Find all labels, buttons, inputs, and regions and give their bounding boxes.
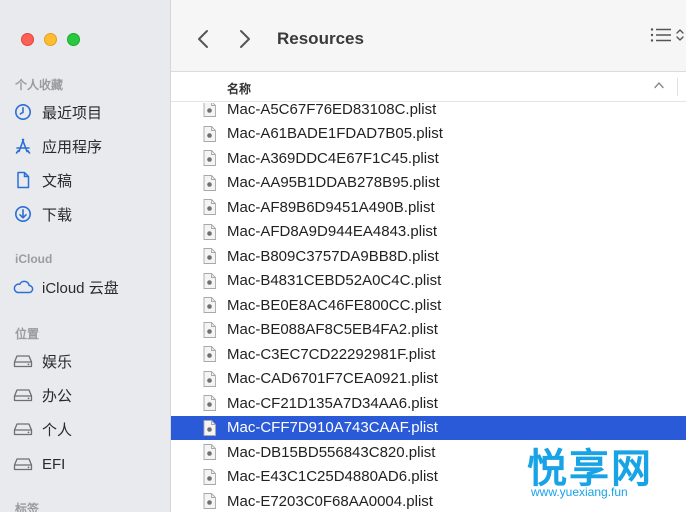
file-row[interactable]: Mac-A61BADE1FDAD7B05.plist <box>171 122 686 147</box>
file-name: Mac-AA95B1DDAB278B95.plist <box>227 174 440 192</box>
chevron-left-icon <box>198 30 208 48</box>
sidebar-item-location-entertainment[interactable]: 娱乐 <box>12 348 164 374</box>
file-name: Mac-BE088AF8C5EB4FA2.plist <box>227 321 438 339</box>
sidebar-item-label: EFI <box>42 455 66 473</box>
sort-ascending-icon <box>654 81 664 89</box>
view-options-button[interactable] <box>650 27 684 43</box>
file-name: Mac-AFD8A9D944EA4843.plist <box>227 223 438 241</box>
plist-file-icon <box>203 248 216 269</box>
drive-icon <box>12 354 34 368</box>
file-name: Mac-DB15BD556843C820.plist <box>227 443 436 461</box>
window-title: Resources <box>277 29 364 48</box>
zoom-button[interactable] <box>67 33 80 46</box>
file-name: Mac-CAD6701F7CEA0921.plist <box>227 370 438 388</box>
plist-file-icon <box>203 223 216 245</box>
download-icon <box>12 205 34 223</box>
window-controls <box>21 33 80 46</box>
plist-file-icon <box>203 150 216 171</box>
file-name: Mac-A369DDC4E67F1C45.plist <box>227 149 439 167</box>
sidebar-item-location-efi[interactable]: EFI <box>12 451 164 477</box>
favorites-section-title: 个人收藏 <box>15 78 64 92</box>
plist-file-icon <box>203 468 216 490</box>
finder-window: 个人收藏 最近项目 应用程序 文稿 下载 iCloud iCloud 云盘 位置… <box>0 0 686 512</box>
file-name: Mac-B4831CEBD52A0C4C.plist <box>227 272 442 290</box>
plist-file-icon <box>203 370 216 392</box>
plist-file-icon <box>203 321 216 343</box>
sidebar-item-label: 最近项目 <box>42 104 103 122</box>
chevron-right-icon <box>240 30 250 48</box>
file-name: Mac-A61BADE1FDAD7B05.plist <box>227 125 443 143</box>
plist-file-icon <box>203 199 216 220</box>
file-row[interactable]: Mac-B809C3757DA9BB8D.plist <box>171 244 686 269</box>
drive-icon <box>12 422 34 436</box>
file-name: Mac-E7203C0F68AA0004.plist <box>227 492 433 510</box>
minimize-button[interactable] <box>44 33 57 46</box>
sidebar-item-label: 文稿 <box>42 172 73 190</box>
toolbar: Resources <box>171 0 686 72</box>
list-view-icon <box>650 28 671 42</box>
plist-file-icon <box>203 103 216 122</box>
sidebar-item-label: 娱乐 <box>42 353 73 371</box>
file-row[interactable]: Mac-BE0E8AC46FE800CC.plist <box>171 293 686 318</box>
sidebar-item-label: 应用程序 <box>42 138 103 156</box>
sidebar-item-location-office[interactable]: 办公 <box>12 382 164 408</box>
chevron-updown-icon <box>676 29 684 41</box>
file-row[interactable]: Mac-BE088AF8C5EB4FA2.plist <box>171 318 686 343</box>
sidebar-item-label: 办公 <box>42 387 73 405</box>
file-row[interactable]: Mac-A369DDC4E67F1C45.plist <box>171 146 686 171</box>
plist-file-icon <box>203 272 216 294</box>
sidebar-item-downloads[interactable]: 下载 <box>12 201 164 227</box>
file-row[interactable]: Mac-B4831CEBD52A0C4C.plist <box>171 269 686 294</box>
plist-file-icon <box>203 125 216 147</box>
close-button[interactable] <box>21 33 34 46</box>
file-row[interactable]: Mac-AFD8A9D944EA4843.plist <box>171 220 686 245</box>
plist-file-icon <box>203 493 216 512</box>
tags-section-title: 标签 <box>15 502 40 512</box>
applications-icon <box>12 137 34 155</box>
plist-file-icon <box>203 346 216 367</box>
sidebar-item-icloud-drive[interactable]: iCloud 云盘 <box>12 274 164 300</box>
file-row[interactable]: Mac-A5C67F76ED83108C.plist <box>171 103 686 122</box>
sidebar-item-label: 个人 <box>42 421 73 439</box>
file-row[interactable]: Mac-C3EC7CD22292981F.plist <box>171 342 686 367</box>
file-name: Mac-A5C67F76ED83108C.plist <box>227 103 437 118</box>
sidebar-item-label: 下载 <box>42 206 73 224</box>
file-row[interactable]: Mac-AA95B1DDAB278B95.plist <box>171 171 686 196</box>
column-header[interactable]: 名称 <box>171 72 686 102</box>
file-name: Mac-BE0E8AC46FE800CC.plist <box>227 296 442 314</box>
forward-button[interactable] <box>233 25 257 53</box>
file-row[interactable]: Mac-CF21D135A7D34AA6.plist <box>171 391 686 416</box>
file-name: Mac-CFF7D910A743CAAF.plist <box>227 419 438 437</box>
sidebar-item-location-personal[interactable]: 个人 <box>12 416 164 442</box>
sidebar: 个人收藏 最近项目 应用程序 文稿 下载 iCloud iCloud 云盘 位置… <box>0 0 171 512</box>
file-name: Mac-CF21D135A7D34AA6.plist <box>227 394 438 412</box>
file-name: Mac-C3EC7CD22292981F.plist <box>227 345 436 363</box>
plist-file-icon <box>203 174 216 196</box>
column-separator[interactable] <box>677 78 678 96</box>
plist-file-icon <box>203 444 216 465</box>
watermark-url: www.yuexiang.fun <box>531 485 628 499</box>
file-name: Mac-AF89B6D9451A490B.plist <box>227 198 435 216</box>
file-row[interactable]: Mac-CAD6701F7CEA0921.plist <box>171 367 686 392</box>
file-row[interactable]: Mac-AF89B6D9451A490B.plist <box>171 195 686 220</box>
column-header-name[interactable]: 名称 <box>227 80 251 97</box>
sidebar-item-applications[interactable]: 应用程序 <box>12 133 164 159</box>
back-button[interactable] <box>191 25 215 53</box>
plist-file-icon <box>203 395 216 416</box>
locations-section-title: 位置 <box>15 327 40 341</box>
file-name: Mac-B809C3757DA9BB8D.plist <box>227 247 439 265</box>
clock-icon <box>12 103 34 121</box>
icloud-section-title: iCloud <box>15 252 53 266</box>
document-icon <box>12 171 34 189</box>
drive-icon <box>12 388 34 402</box>
drive-icon <box>12 457 34 471</box>
sidebar-item-label: iCloud 云盘 <box>42 279 119 297</box>
plist-file-icon <box>203 297 216 318</box>
plist-file-icon <box>203 419 216 441</box>
cloud-icon <box>12 279 34 295</box>
sidebar-item-recents[interactable]: 最近项目 <box>12 99 164 125</box>
file-name: Mac-E43C1C25D4880AD6.plist <box>227 468 438 486</box>
sidebar-item-documents[interactable]: 文稿 <box>12 167 164 193</box>
